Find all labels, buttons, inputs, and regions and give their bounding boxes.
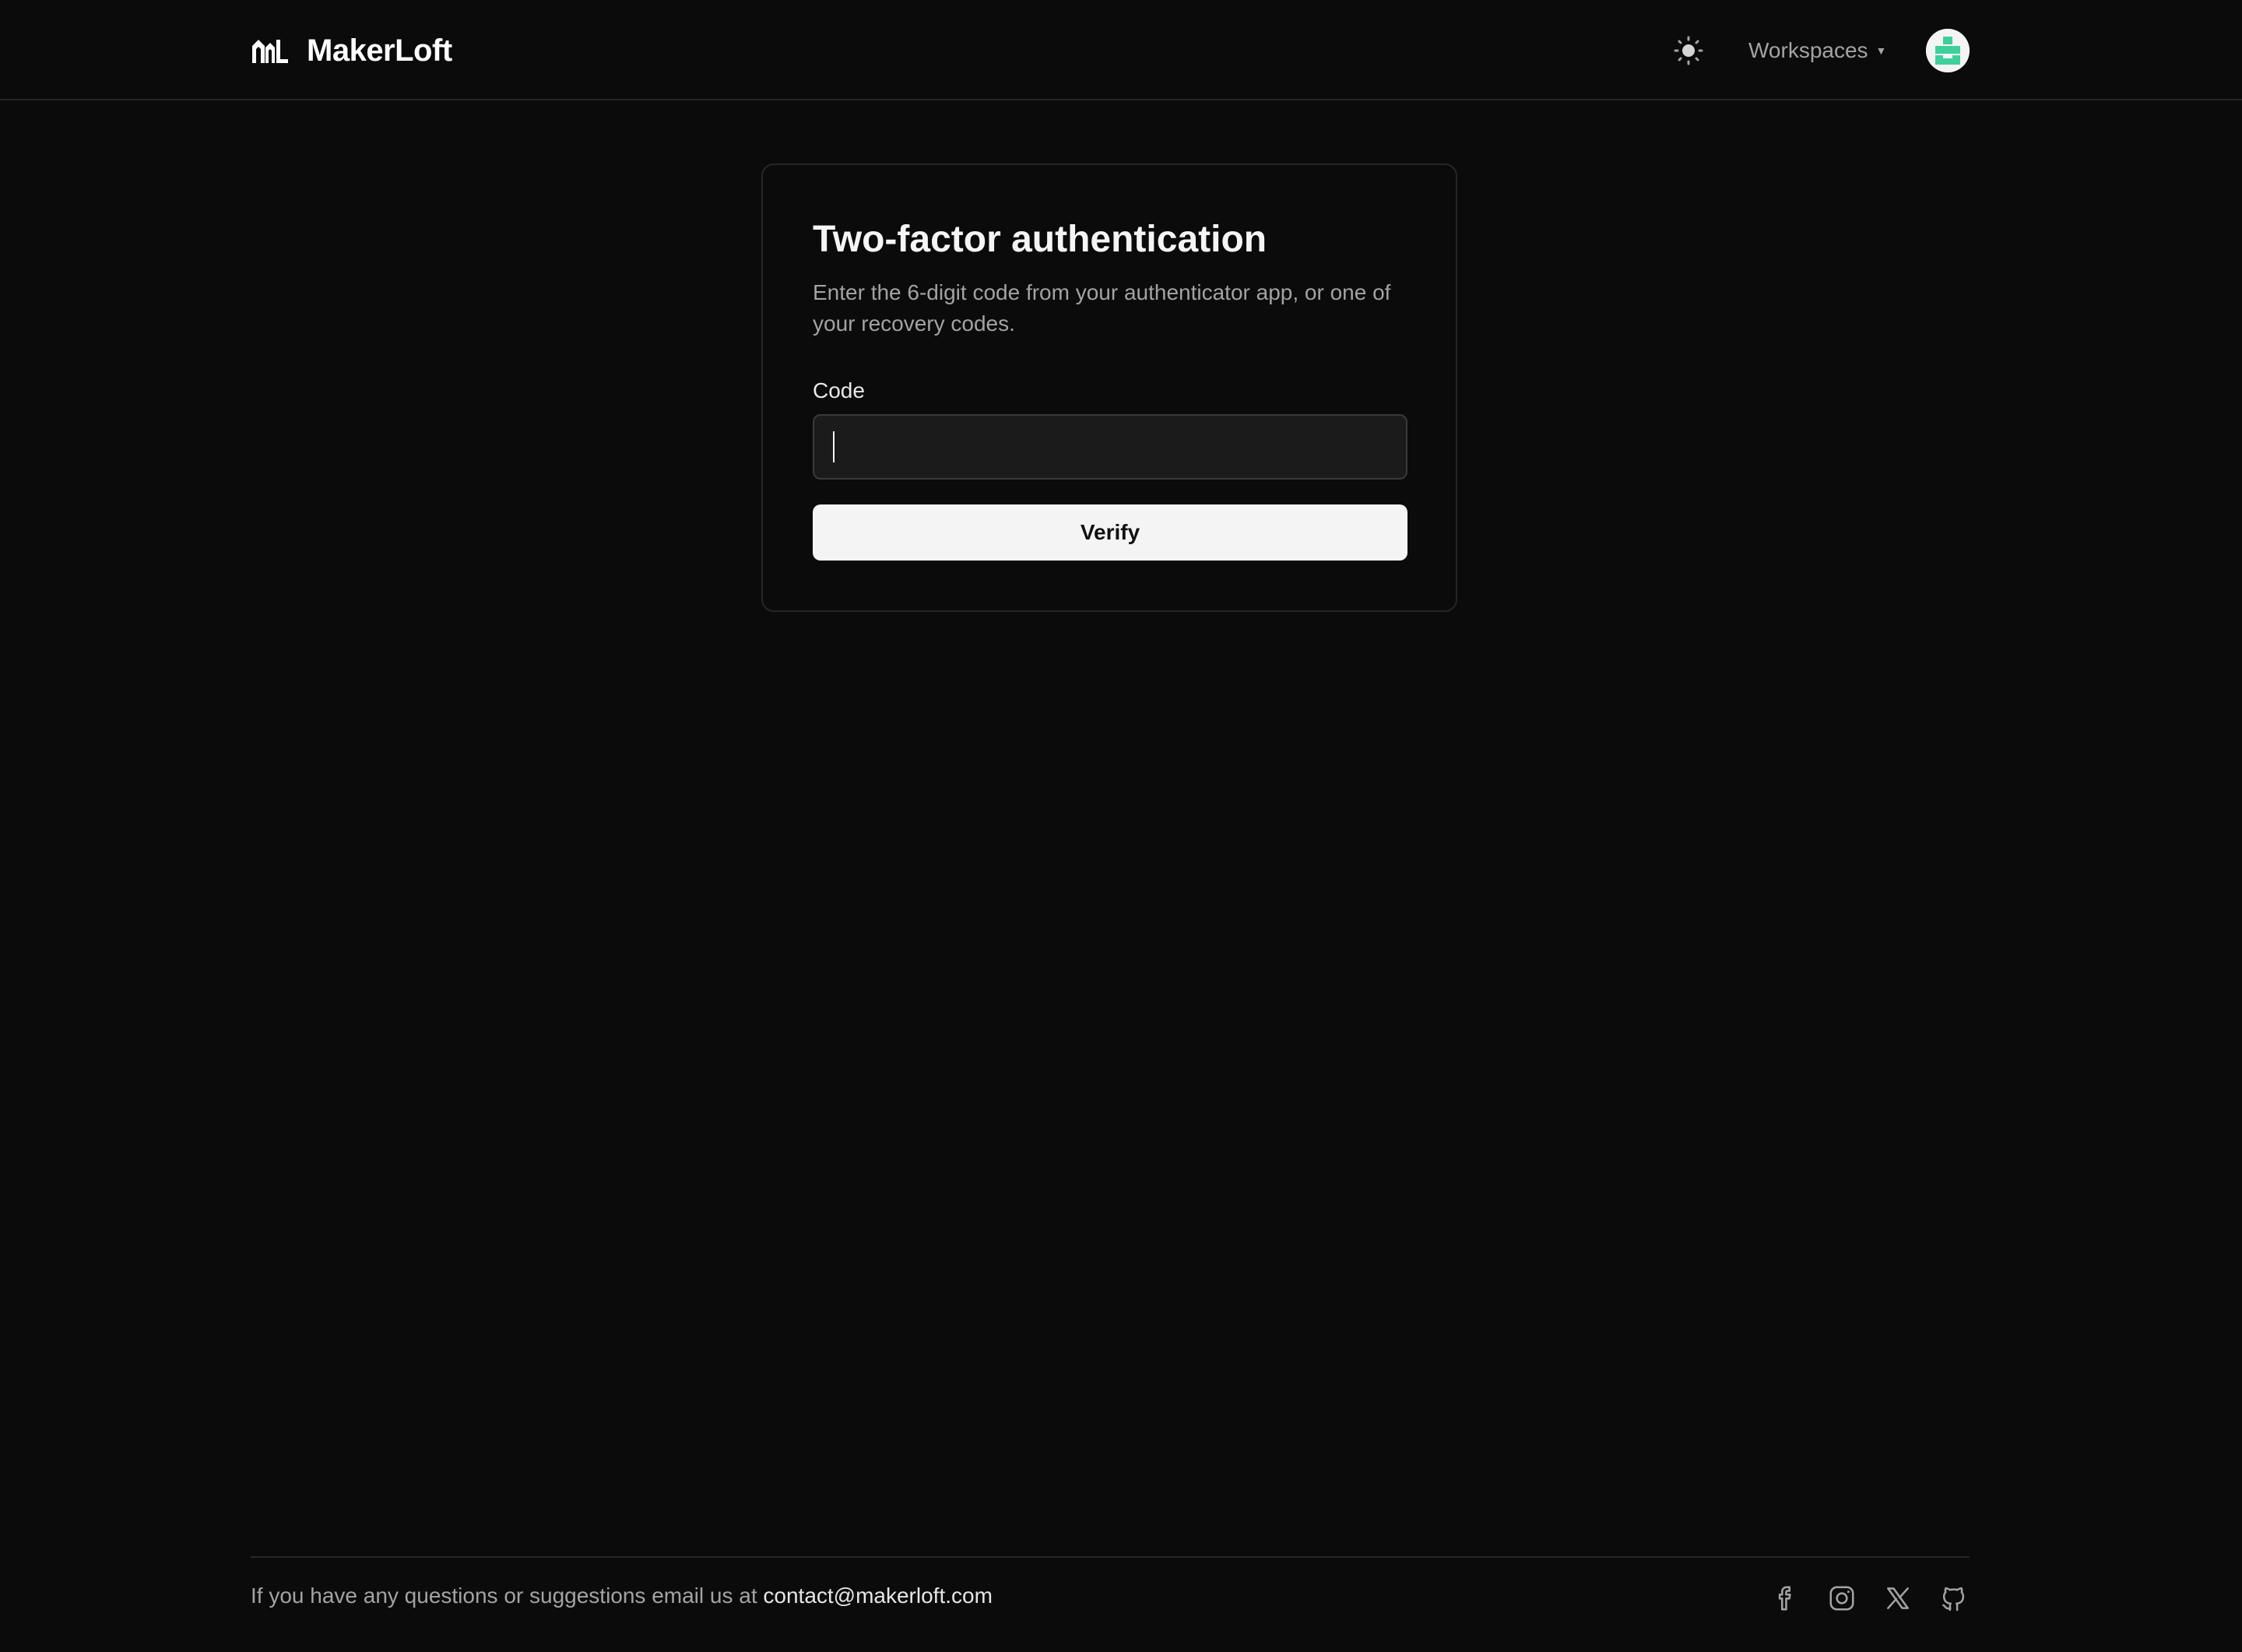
chevron-down-icon: ▼ [1875,44,1887,57]
github-link[interactable] [1938,1583,1970,1614]
workspaces-dropdown[interactable]: Workspaces ▼ [1748,34,1886,67]
instagram-link[interactable] [1826,1583,1857,1614]
footer-divider [251,1556,1970,1558]
brand-name: MakerLoft [307,33,452,68]
sun-icon [1674,36,1703,65]
instagram-icon [1829,1586,1854,1611]
two-factor-card: Two-factor authentication Enter the 6-di… [761,163,1457,612]
identicon-avatar-icon [1926,29,1970,72]
makerloft-logo-icon [252,40,288,63]
workspaces-label: Workspaces [1748,38,1868,62]
x-link[interactable] [1882,1583,1913,1614]
page-title: Two-factor authentication [813,219,1267,260]
github-icon [1942,1587,1965,1612]
code-input[interactable] [813,414,1407,480]
code-label: Code [813,378,865,402]
footer-contact-text: If you have any questions or suggestions… [251,1583,993,1608]
theme-toggle-button[interactable] [1671,35,1706,66]
facebook-icon [1778,1586,1791,1611]
verify-button[interactable]: Verify [813,504,1407,561]
footer-message: If you have any questions or suggestions… [251,1583,757,1608]
brand-logo[interactable]: MakerLoft [251,31,452,70]
page-description: Enter the 6-digit code from your authent… [813,280,1391,336]
user-avatar[interactable] [1926,29,1970,72]
x-icon [1887,1587,1909,1609]
text-cursor [833,431,835,462]
top-navbar: MakerLoft Workspaces ▼ [0,0,2242,100]
facebook-link[interactable] [1770,1583,1801,1614]
contact-email-link[interactable]: contact@makerloft.com [763,1583,993,1608]
